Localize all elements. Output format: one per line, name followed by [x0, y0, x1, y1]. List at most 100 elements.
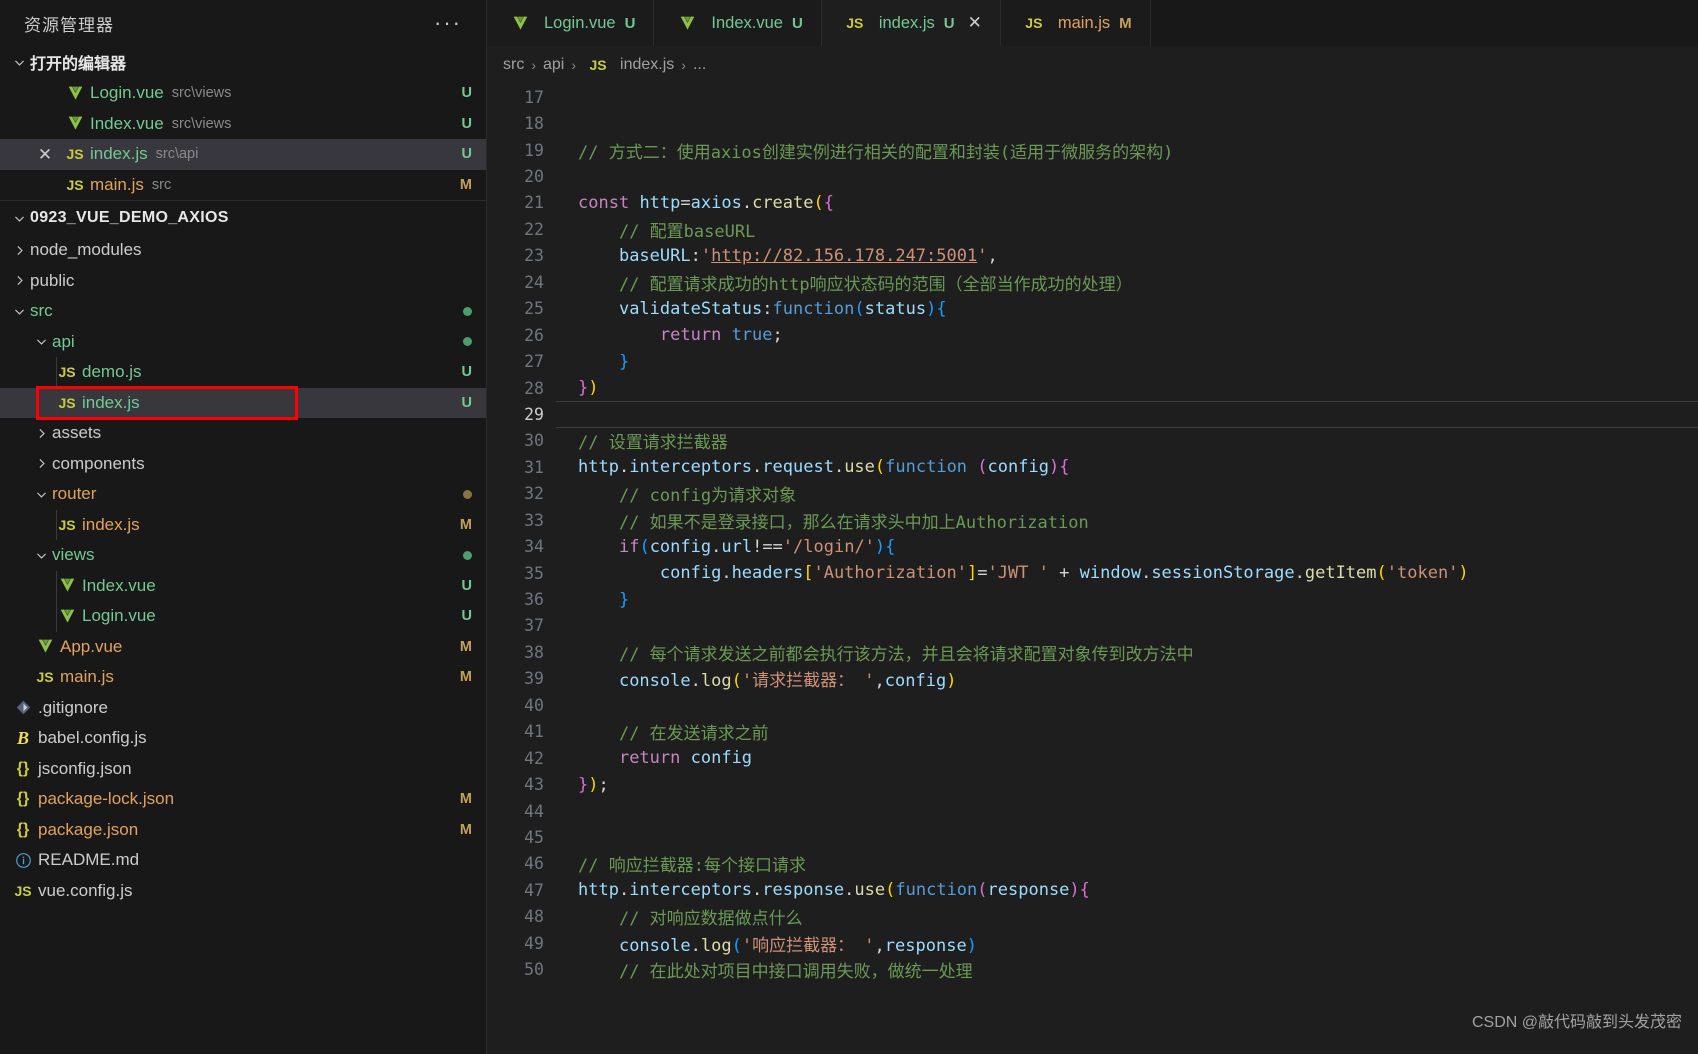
code-line[interactable]: 40: [487, 692, 1698, 718]
code-line-text: // 设置请求拦截器: [566, 428, 728, 453]
code-token: [: [803, 563, 814, 584]
code-line[interactable]: 25 validateStatus:function(status){: [487, 296, 1698, 322]
editor-tab[interactable]: Index.vue U: [654, 0, 822, 46]
tree-file-item[interactable]: README.md: [0, 845, 486, 876]
code-token: .: [690, 671, 701, 692]
tree-file-item[interactable]: JS demo.js U: [0, 357, 486, 388]
code-editor[interactable]: 17 18 19 // 方式二：使用axios创建实例进行相关的配置和封装(适用于微服…: [487, 84, 1698, 1054]
code-line[interactable]: 20: [487, 163, 1698, 189]
open-editor-item[interactable]: JS main.js src M: [0, 170, 486, 201]
tree-file-item[interactable]: JS main.js M: [0, 662, 486, 693]
tree-file-item[interactable]: App.vue M: [0, 632, 486, 663]
code-line[interactable]: 47 http.interceptors.response.use(functio…: [487, 877, 1698, 903]
tree-file-item[interactable]: JS vue.config.js: [0, 876, 486, 907]
tab-close-icon[interactable]: ✕: [968, 13, 982, 33]
open-editor-item[interactable]: ✕ JS index.js src\api U: [0, 139, 486, 170]
code-token: }: [578, 774, 589, 795]
editor-tab[interactable]: JS index.js U ✕: [821, 0, 1001, 46]
editor-tab[interactable]: Login.vue U: [487, 0, 655, 46]
open-editor-filename: Login.vue: [90, 83, 164, 103]
code-line[interactable]: 38 // 每个请求发送之前都会执行该方法，并且会将请求配置对象传到改方法中: [487, 639, 1698, 665]
code-line[interactable]: 48 // 对响应数据做点什么: [487, 904, 1698, 930]
code-line[interactable]: 49 console.log('响应拦截器： ',response): [487, 930, 1698, 956]
line-number: 34: [524, 537, 544, 557]
code-line[interactable]: 31 http.interceptors.request.use(function…: [487, 454, 1698, 480]
code-line[interactable]: 41 // 在发送请求之前: [487, 719, 1698, 745]
tree-folder-item[interactable]: router: [0, 479, 486, 510]
tree-folder-name: node_modules: [30, 240, 142, 260]
code-line-text: // 对响应数据做点什么: [566, 904, 803, 929]
tree-folder-item[interactable]: public: [0, 266, 486, 297]
tree-file-item[interactable]: {} package-lock.json M: [0, 784, 486, 815]
editor-tab[interactable]: JS main.js M: [1000, 0, 1151, 46]
code-line[interactable]: 34 if(config.url!=='/login/'){: [487, 533, 1698, 559]
code-line[interactable]: 44: [487, 798, 1698, 824]
code-line[interactable]: 36 }: [487, 586, 1698, 612]
more-actions-icon[interactable]: ···: [428, 12, 468, 34]
code-token: // 在此处对项目中接口调用失败，做统一处理: [618, 962, 973, 983]
code-line[interactable]: 30 // 设置请求拦截器: [487, 428, 1698, 454]
code-token: interceptors: [629, 880, 753, 901]
code-token: .: [1294, 563, 1305, 584]
code-line[interactable]: 26 return true;: [487, 322, 1698, 348]
tree-file-item[interactable]: Bbabel.config.js: [0, 723, 486, 754]
chevron-down-icon: [30, 549, 52, 562]
breadcrumb-item[interactable]: api: [543, 56, 564, 74]
tree-file-item[interactable]: {} jsconfig.json: [0, 754, 486, 785]
explorer-sidebar: 资源管理器 ··· 打开的编辑器 Login.vue src\views U Inde…: [0, 0, 487, 1054]
breadcrumb-item[interactable]: src: [503, 56, 524, 74]
close-icon[interactable]: ✕: [30, 146, 60, 163]
tree-folder-item[interactable]: node_modules: [0, 235, 486, 266]
tree-file-item[interactable]: JS index.js M: [0, 509, 486, 540]
code-line[interactable]: 35 config.headers['Authorization']='JWT …: [487, 560, 1698, 586]
code-line[interactable]: 42 return config: [487, 745, 1698, 771]
tree-folder-item[interactable]: components: [0, 449, 486, 480]
code-line[interactable]: 23 baseURL:'http://82.156.178.247:5001',: [487, 243, 1698, 269]
code-line[interactable]: 17: [487, 84, 1698, 110]
code-token: ;: [598, 774, 609, 795]
code-line[interactable]: 18: [487, 110, 1698, 136]
code-line-text: // 每个请求发送之前都会执行该方法，并且会将请求配置对象传到改方法中: [566, 640, 1194, 665]
status-dot: [463, 550, 472, 560]
code-line[interactable]: 33 // 如果不是登录接口，那么在请求头中加上Authorization: [487, 507, 1698, 533]
tree-folder-item[interactable]: api: [0, 327, 486, 358]
code-line[interactable]: 39 console.log('请求拦截器： ',config): [487, 666, 1698, 692]
code-line[interactable]: 45: [487, 824, 1698, 850]
tabbar-empty-space: [1150, 0, 1698, 46]
tree-file-item[interactable]: {} package.json M: [0, 815, 486, 846]
tree-folder-item[interactable]: views: [0, 540, 486, 571]
tree-file-name: .gitignore: [38, 697, 108, 717]
tree-file-item[interactable]: Index.vue U: [0, 570, 486, 601]
code-line[interactable]: 22 // 配置baseURL: [487, 216, 1698, 242]
line-number: 42: [524, 748, 544, 768]
project-root-header[interactable]: 0923_VUE_DEMO_AXIOS: [0, 200, 486, 235]
tree-file-item[interactable]: JS index.js U: [0, 387, 486, 418]
tree-file-name: babel.config.js: [38, 728, 147, 748]
code-line[interactable]: 21 const http=axios.create({: [487, 190, 1698, 216]
code-line[interactable]: 32 // config为请求对象: [487, 481, 1698, 507]
code-line[interactable]: 19 // 方式二：使用axios创建实例进行相关的配置和封装(适用于微服务的架构…: [487, 137, 1698, 163]
tree-file-item[interactable]: .gitignore: [0, 693, 486, 724]
open-editor-item[interactable]: Login.vue src\views U: [0, 78, 486, 109]
tree-folder-item[interactable]: src: [0, 296, 486, 327]
code-line[interactable]: 24 // 配置请求成功的http响应状态码的范围（全部当作成功的处理）: [487, 269, 1698, 295]
tree-file-item[interactable]: Login.vue U: [0, 601, 486, 632]
code-line[interactable]: 50 // 在此处对项目中接口调用失败，做统一处理: [487, 956, 1698, 982]
breadcrumb-item[interactable]: index.js: [620, 56, 674, 74]
code-token: }: [618, 351, 630, 372]
code-line[interactable]: 37: [487, 613, 1698, 639]
breadcrumb-item[interactable]: ...: [693, 56, 706, 74]
code-line[interactable]: 29: [487, 401, 1698, 429]
tree-folder-item[interactable]: assets: [0, 418, 486, 449]
line-number: 35: [524, 563, 544, 583]
code-line[interactable]: 43});: [487, 771, 1698, 797]
code-line[interactable]: 46 // 响应拦截器:每个接口请求: [487, 851, 1698, 877]
open-editors-section-header[interactable]: 打开的编辑器: [0, 46, 486, 78]
code-line[interactable]: 28}): [487, 375, 1698, 401]
code-line[interactable]: 27 }: [487, 348, 1698, 374]
open-editor-item[interactable]: Index.vue src\views U: [0, 109, 486, 140]
